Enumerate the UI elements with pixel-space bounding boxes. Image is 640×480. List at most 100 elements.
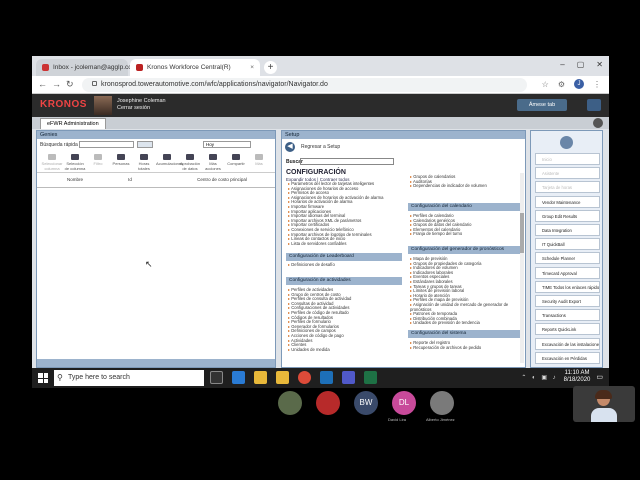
column-header-id[interactable]: Id: [125, 177, 135, 182]
extensions-icon[interactable]: ⚙: [558, 80, 565, 89]
tab-inbox[interactable]: Inbox - jcoleman@agglp.com ×: [36, 59, 145, 76]
related-item-button[interactable]: Timecard Approval: [535, 266, 600, 279]
calendar-header[interactable]: Configuración del calendario: [408, 203, 520, 211]
toolbar-button[interactable]: Seleccionar columna: [41, 154, 63, 171]
task-view-icon[interactable]: [210, 371, 223, 384]
related-item-button[interactable]: Excavación de las instalaciones: [535, 337, 600, 350]
toolbar-button[interactable]: Personas: [110, 154, 132, 166]
toolbar-button[interactable]: Compartir: [225, 154, 247, 166]
back-to-setup[interactable]: ◀ Regresar a Setup: [285, 142, 340, 152]
related-item-button[interactable]: Inicio: [535, 153, 600, 165]
help-icon[interactable]: [593, 118, 603, 128]
toolbar-icon: [71, 154, 79, 160]
forecast-header[interactable]: Configuración del generador de pronóstic…: [408, 246, 520, 254]
setup-link[interactable]: Franja de tiempo del turno: [410, 232, 520, 237]
genies-panel: Genies Búsqueda rápida Hoy Seleccionar c…: [36, 130, 276, 368]
related-item-button[interactable]: Data Integration: [535, 224, 600, 236]
close-icon[interactable]: ×: [250, 64, 254, 71]
related-item-button[interactable]: Group Edit Results: [535, 209, 600, 222]
toolbar-icon: [232, 154, 240, 160]
participant-name: Alberto Jiménez: [426, 417, 455, 422]
clock-time: 11:10 AM: [564, 370, 590, 376]
related-item-button[interactable]: IT QuickBall: [535, 238, 600, 251]
toolbar-button[interactable]: Más acciones: [202, 154, 224, 171]
device-config-list: Parámetros del lector de tarjetas inteli…: [288, 181, 402, 247]
setup-link[interactable]: Dependencias de indicador de volumen: [410, 184, 520, 189]
self-video: [573, 386, 635, 422]
column-header-cost-center[interactable]: Centro de costo principal: [197, 177, 247, 182]
leaderboard-list: Definiciones de desafío: [288, 262, 402, 268]
related-item-button[interactable]: Security Audit Export: [535, 295, 600, 307]
back-arrow-icon[interactable]: ◀: [285, 142, 295, 152]
person-body: [591, 408, 617, 422]
search-input[interactable]: [300, 158, 394, 165]
toolbar-icon: [209, 154, 217, 160]
close-window-icon[interactable]: ✕: [596, 60, 603, 69]
user-name: Josephine Coleman: [117, 98, 166, 104]
related-item-button[interactable]: Reports QuickLink: [535, 323, 600, 336]
setup-link[interactable]: Unidades de medida: [288, 347, 402, 353]
related-item-button[interactable]: Vendor Maintenance: [535, 195, 600, 208]
folder-icon[interactable]: [276, 371, 289, 384]
timeframe-select[interactable]: Hoy: [203, 141, 251, 148]
taskbar-search-input[interactable]: Type here to search: [54, 370, 204, 386]
toolbar-icon: [186, 154, 194, 160]
back-label: Regresar a Setup: [301, 144, 341, 150]
related-item-button[interactable]: TIME Todos los enlaces rápidos: [535, 280, 600, 293]
toolbar-button[interactable]: Selección de columna: [64, 154, 86, 171]
system-tray: ⌃ ◐ ▣ ♪ 11:10 AM 8/18/2020 ▭: [521, 370, 603, 384]
goto-button[interactable]: Ámese tab: [517, 99, 567, 111]
edge-icon[interactable]: [232, 371, 245, 384]
column-header-name[interactable]: Nombre: [65, 177, 85, 182]
maximize-icon[interactable]: ▢: [577, 60, 585, 69]
address-bar-row: ← → ↻ kronosprod.towerautomotive.com/wfc…: [32, 76, 609, 94]
toolbar-button[interactable]: Acumulaciones: [156, 154, 183, 166]
setup-link[interactable]: Recuperación de archivos de pedido: [410, 345, 520, 351]
related-item-button[interactable]: Asistente: [535, 167, 600, 180]
scroll-thumb[interactable]: [520, 213, 524, 253]
windows-start-icon[interactable]: [38, 373, 48, 383]
related-item-button[interactable]: Transactions: [535, 309, 600, 322]
search-button[interactable]: [137, 141, 153, 148]
star-icon[interactable]: ☆: [542, 80, 549, 89]
person-hair: [595, 390, 612, 399]
reload-icon[interactable]: ↻: [66, 79, 74, 90]
menu-icon[interactable]: ⋮: [593, 80, 601, 89]
chrome-icon[interactable]: [298, 371, 311, 384]
back-icon[interactable]: ←: [38, 79, 47, 89]
forward-icon[interactable]: →: [52, 79, 61, 89]
profile-avatar[interactable]: J: [574, 79, 584, 89]
outlook-icon[interactable]: [320, 371, 333, 384]
activities-header[interactable]: Configuración de actividades: [286, 277, 402, 285]
quick-search-input[interactable]: [79, 141, 134, 148]
system-header[interactable]: Configuración del sistema: [408, 330, 520, 338]
kronos-header: KRONOS Josephine Coleman Cerrar sesión Á…: [32, 94, 609, 117]
clock[interactable]: 11:10 AM 8/18/2020: [564, 370, 591, 384]
search-icon[interactable]: [587, 99, 601, 111]
related-item-button[interactable]: Tarjeta de horas: [535, 181, 600, 194]
toolbar-label: Más: [255, 161, 263, 166]
file-explorer-icon[interactable]: [254, 371, 267, 384]
setup-link[interactable]: Unidades de previsión de tendencia: [410, 321, 520, 326]
leaderboard-header[interactable]: Configuración de Leaderboard: [286, 253, 402, 261]
new-tab-button[interactable]: +: [264, 61, 277, 74]
setup-link[interactable]: Definiciones de desafío: [288, 262, 402, 268]
toolbar-button[interactable]: Filtro: [87, 154, 109, 166]
teams-icon[interactable]: [342, 371, 355, 384]
tab-kronos[interactable]: Kronos Workforce Central(R) ×: [130, 59, 260, 76]
notifications-icon[interactable]: ▭: [596, 373, 603, 381]
genies-footer: [37, 359, 275, 367]
excel-icon[interactable]: [364, 371, 377, 384]
toolbar-button[interactable]: Aprobación de datos: [179, 154, 201, 171]
scrollbar[interactable]: [520, 173, 524, 363]
toolbar-button[interactable]: Horas totales: [133, 154, 155, 171]
related-item-button[interactable]: Schedule Planner: [535, 252, 600, 265]
toolbar-button[interactable]: Más: [248, 154, 270, 166]
tray-icons[interactable]: ⌃ ◐ ▣ ♪: [521, 374, 557, 381]
tab-workspace[interactable]: eFWR Administration: [40, 118, 106, 129]
related-item-button[interactable]: Excavación en Pérdidas: [535, 351, 600, 364]
sign-out-link[interactable]: Cerrar sesión: [117, 105, 166, 112]
url-field[interactable]: kronosprod.towerautomotive.com/wfc/appli…: [82, 78, 527, 92]
minimize-icon[interactable]: –: [560, 60, 564, 69]
setup-link[interactable]: Lista de servidores confiables: [288, 241, 402, 247]
